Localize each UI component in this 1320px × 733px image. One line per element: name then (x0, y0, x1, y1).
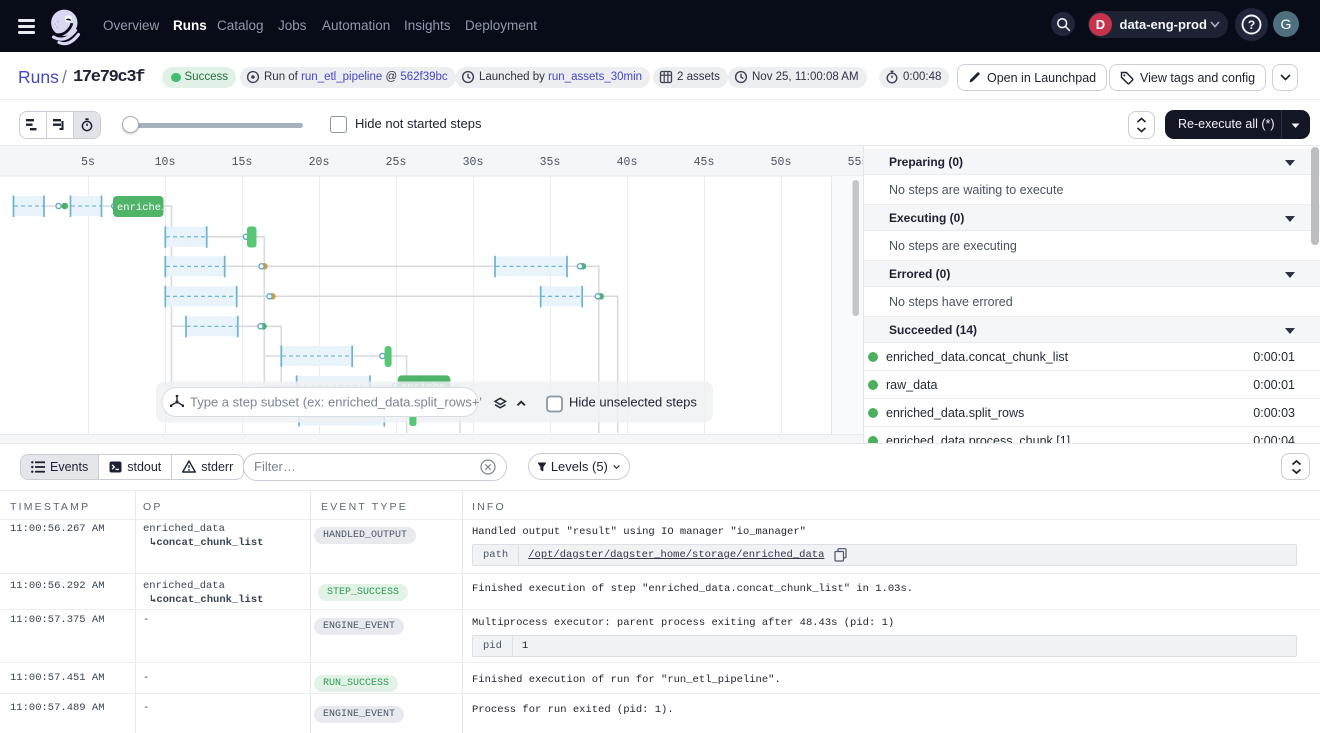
svg-text:enriche…: enriche… (117, 202, 167, 214)
svg-text:45s: 45s (694, 156, 715, 169)
svg-text:55s: 55s (848, 156, 863, 169)
svg-text:?: ? (1248, 18, 1255, 32)
svg-text:15s: 15s (232, 156, 253, 169)
svg-text:50s: 50s (771, 156, 792, 169)
svg-text:Type a step subset (ex: enrich: Type a step subset (ex: enriched_data.sp… (190, 395, 482, 410)
svg-text:40s: 40s (617, 156, 638, 169)
svg-text:10s: 10s (155, 156, 176, 169)
svg-text:5s: 5s (81, 156, 95, 169)
svg-text:35s: 35s (540, 156, 561, 169)
svg-text:30s: 30s (463, 156, 484, 169)
svg-text:25s: 25s (386, 156, 407, 169)
svg-text:Hide unselected steps: Hide unselected steps (569, 395, 697, 410)
svg-text:20s: 20s (309, 156, 330, 169)
